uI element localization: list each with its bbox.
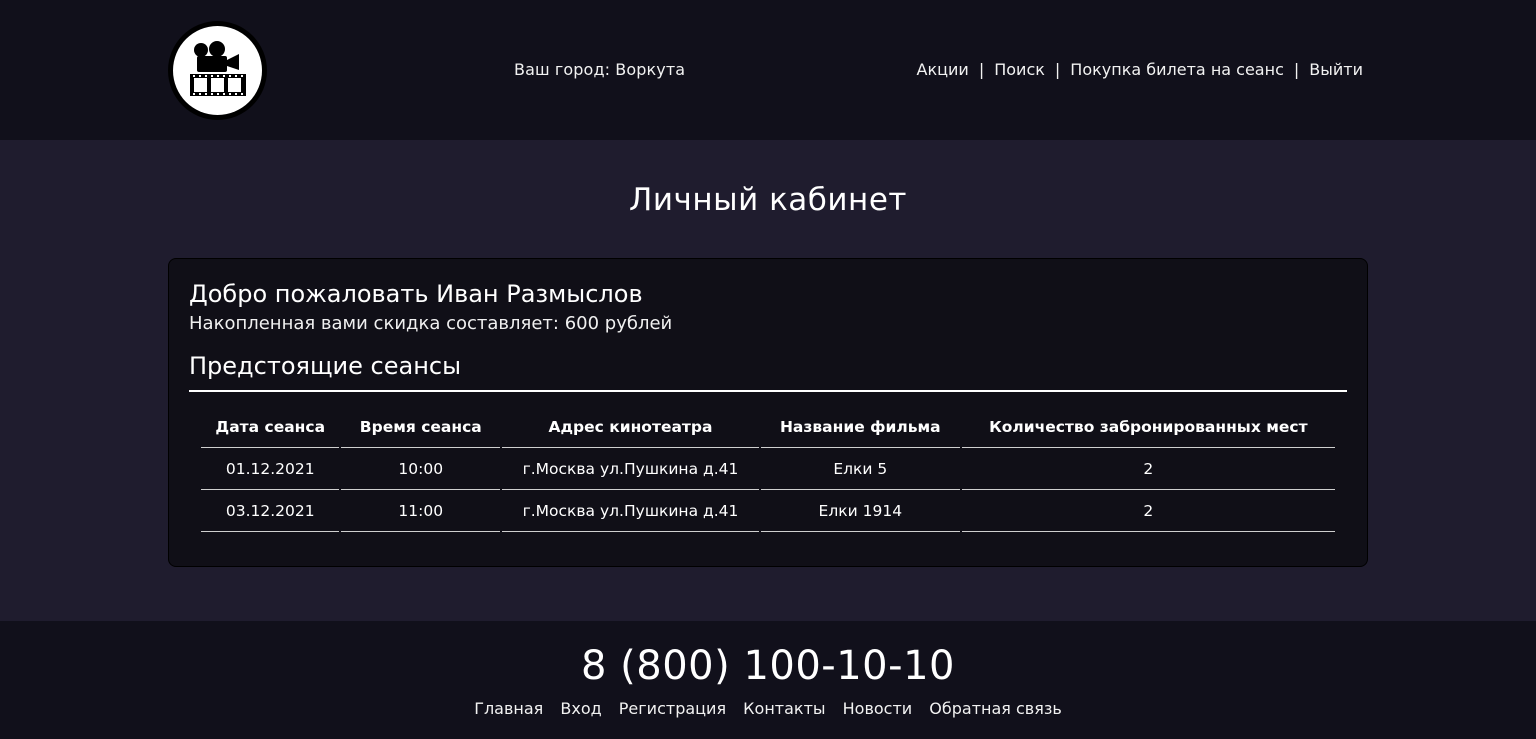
- nav-link-buy-ticket[interactable]: Покупка билета на сеанс: [1070, 60, 1284, 79]
- column-header-address: Адрес кинотеатра: [502, 406, 759, 448]
- footer-link-login[interactable]: Вход: [560, 699, 601, 718]
- discount-text: Накопленная вами скидка составляет: 600 …: [189, 313, 673, 334]
- table-row: 01.12.2021 10:00 г.Москва ул.Пушкина д.4…: [201, 448, 1335, 490]
- nav-separator: |: [1293, 60, 1300, 79]
- nav-link-promotions[interactable]: Акции: [917, 60, 969, 79]
- footer-nav: Главная Вход Регистрация Контакты Новост…: [0, 699, 1536, 718]
- cell-film: Елки 5: [760, 448, 960, 490]
- column-header-film: Название фильма: [760, 406, 960, 448]
- sessions-table: Дата сеанса Время сеанса Адрес кинотеатр…: [199, 406, 1337, 532]
- nav-separator: |: [978, 60, 985, 79]
- cell-seats: 2: [961, 490, 1335, 532]
- welcome-text: Добро пожаловать Иван Размыслов: [189, 280, 643, 308]
- phone-number[interactable]: 8 (800) 100-10-10: [0, 643, 1536, 689]
- footer-link-home[interactable]: Главная: [474, 699, 543, 718]
- site-header: Ваш город: Воркута Акции | Поиск | Покуп…: [0, 0, 1536, 140]
- nav-link-search[interactable]: Поиск: [994, 60, 1045, 79]
- nav-separator: |: [1054, 60, 1061, 79]
- column-header-seats: Количество забронированных мест: [961, 406, 1335, 448]
- page-title: Личный кабинет: [629, 182, 907, 218]
- footer-link-register[interactable]: Регистрация: [619, 699, 726, 718]
- cell-address: г.Москва ул.Пушкина д.41: [502, 490, 759, 532]
- cell-time: 11:00: [341, 490, 501, 532]
- city-label[interactable]: Ваш город: Воркута: [514, 60, 685, 79]
- logo[interactable]: [168, 21, 267, 120]
- cell-address: г.Москва ул.Пушкина д.41: [502, 448, 759, 490]
- footer-link-news[interactable]: Новости: [843, 699, 913, 718]
- table-row: 03.12.2021 11:00 г.Москва ул.Пушкина д.4…: [201, 490, 1335, 532]
- film-camera-icon: [173, 26, 262, 115]
- nav-link-logout[interactable]: Выйти: [1309, 60, 1363, 79]
- footer-link-contacts[interactable]: Контакты: [743, 699, 825, 718]
- cell-seats: 2: [961, 448, 1335, 490]
- footer-link-feedback[interactable]: Обратная связь: [929, 699, 1062, 718]
- cell-film: Елки 1914: [760, 490, 960, 532]
- main-content: Личный кабинет Добро пожаловать Иван Раз…: [0, 140, 1536, 621]
- cell-time: 10:00: [341, 448, 501, 490]
- main-nav: Акции | Поиск | Покупка билета на сеанс …: [917, 60, 1363, 79]
- cell-date: 03.12.2021: [201, 490, 340, 532]
- table-header-row: Дата сеанса Время сеанса Адрес кинотеатр…: [201, 406, 1335, 448]
- cell-date: 01.12.2021: [201, 448, 340, 490]
- upcoming-sessions-title: Предстоящие сеансы: [189, 352, 1347, 392]
- account-card: Добро пожаловать Иван Размыслов Накоплен…: [168, 258, 1368, 567]
- site-footer: 8 (800) 100-10-10 Главная Вход Регистрац…: [0, 621, 1536, 739]
- column-header-date: Дата сеанса: [201, 406, 340, 448]
- column-header-time: Время сеанса: [341, 406, 501, 448]
